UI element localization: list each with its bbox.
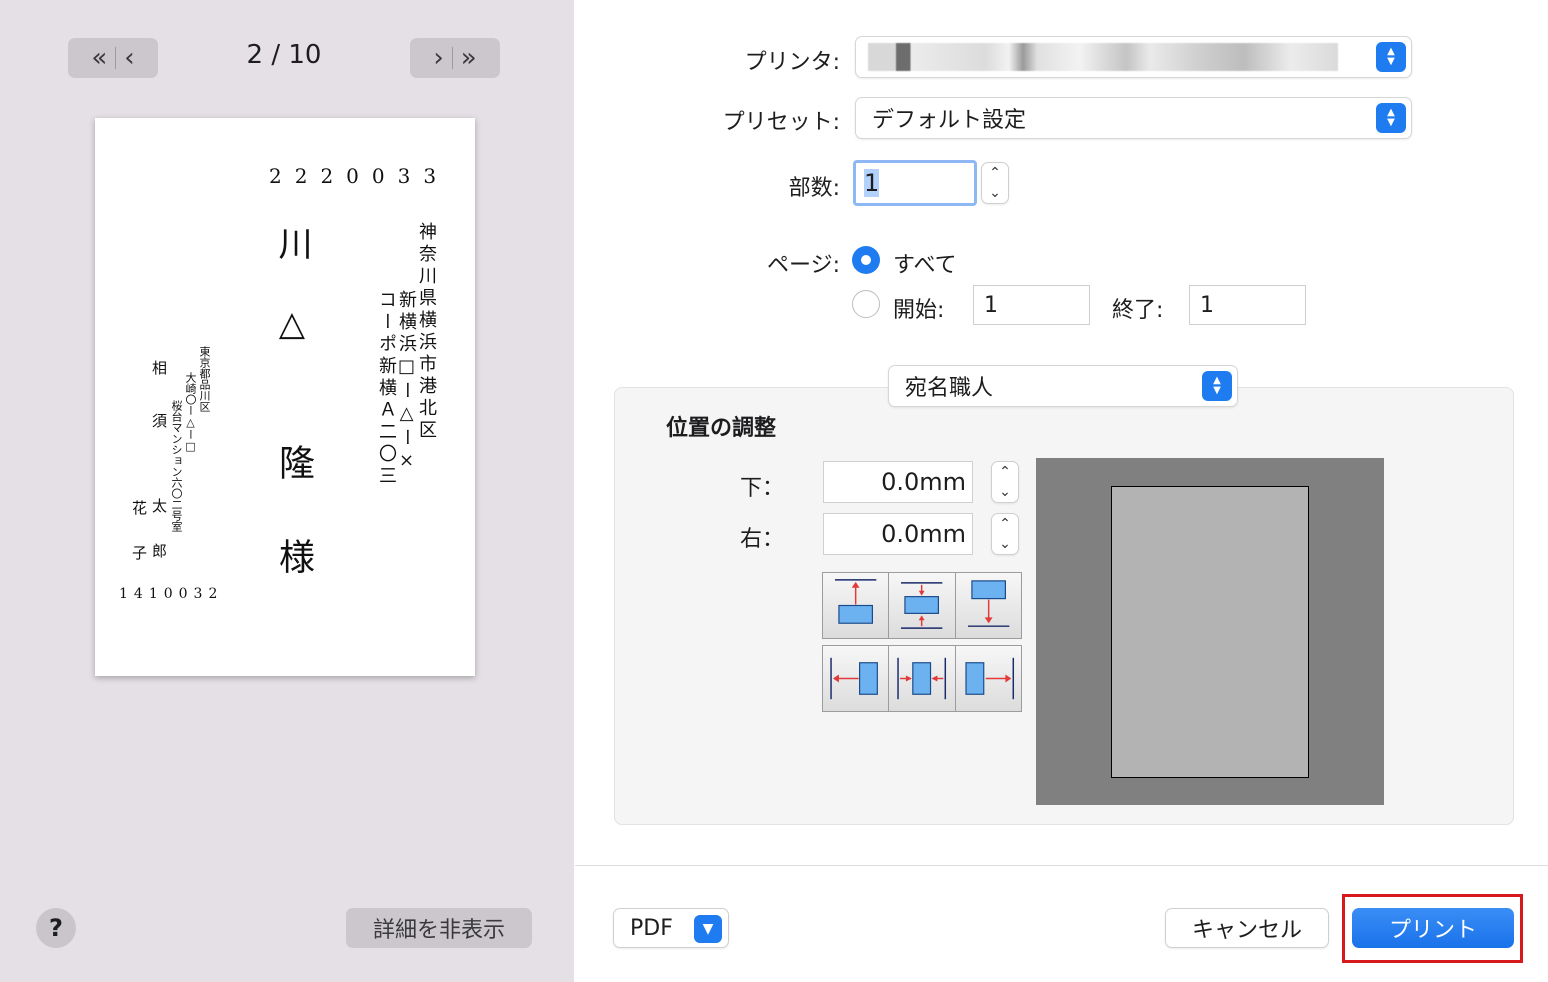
- align-top-button[interactable]: [823, 573, 890, 638]
- preset-value: デフォルト設定: [872, 108, 1027, 133]
- sender-name-2: 花子: [130, 500, 148, 590]
- sender-address-line1: 東京都品川区: [198, 346, 211, 412]
- printer-label: プリンタ:: [744, 50, 840, 75]
- align-center-button[interactable]: [889, 646, 956, 711]
- next-page-button[interactable]: ›: [433, 45, 443, 71]
- nav-first-prev-group: « ‹: [68, 38, 158, 78]
- align-bottom-icon: [967, 580, 1010, 627]
- position-adjust-title: 位置の調整: [666, 416, 777, 441]
- sender-zip: 1410032: [119, 586, 224, 602]
- recipient-name-1: 川: [272, 226, 312, 260]
- printer-name-redacted: [868, 43, 1338, 71]
- printer-select[interactable]: ▲ ▼: [855, 36, 1412, 78]
- pages-to-field[interactable]: 1: [1189, 285, 1306, 325]
- chevron-updown-icon: ▲ ▼: [1376, 103, 1406, 133]
- right-offset-stepper[interactable]: ⌃ ⌄: [991, 513, 1019, 555]
- align-middle-button[interactable]: [889, 573, 956, 638]
- page-counter: 2 / 10: [246, 40, 322, 70]
- pages-from-label: 開始:: [893, 298, 945, 323]
- pages-all-radio[interactable]: [852, 246, 880, 274]
- stepper-down-icon[interactable]: ⌄: [999, 536, 1011, 552]
- pages-all-label: すべて: [893, 253, 957, 278]
- copies-label: 部数:: [788, 176, 840, 201]
- nav-separator: [115, 47, 117, 69]
- align-right-icon: [965, 657, 1014, 700]
- preview-pane: « ‹ 2 / 10 › » 2220033 神奈川県横浜市港北区 新横浜□ー△…: [0, 0, 574, 982]
- app-panel-select[interactable]: 宛名職人 ▲ ▼: [888, 365, 1238, 407]
- pdf-menu-button[interactable]: PDF ▼: [613, 908, 729, 948]
- recipient-honorific: 様: [273, 538, 314, 574]
- align-middle-icon: [901, 582, 943, 629]
- last-page-button[interactable]: »: [461, 45, 477, 71]
- recipient-name-2: △: [272, 304, 312, 344]
- position-preview-paper: [1111, 486, 1309, 778]
- recipient-address-line3: コーポ新横Ａ二〇三: [376, 290, 397, 488]
- chevron-updown-icon: ▲ ▼: [1376, 42, 1406, 72]
- envelope-preview: 2220033 神奈川県横浜市港北区 新横浜□ー△ー× コーポ新横Ａ二〇三 川 …: [95, 118, 475, 676]
- chevron-down-icon: ▼: [694, 915, 722, 943]
- bottom-offset-label: 下：: [740, 476, 785, 501]
- sender-address-line2: 大崎〇ー△ー□: [184, 372, 197, 453]
- pages-range-radio[interactable]: [852, 290, 880, 318]
- cancel-button[interactable]: キャンセル: [1165, 908, 1329, 948]
- align-top-icon: [834, 579, 877, 624]
- align-left-button[interactable]: [823, 646, 890, 711]
- preset-label: プリセット:: [722, 110, 840, 135]
- recipient-address-line1: 神奈川県横浜市港北区: [416, 222, 437, 442]
- pages-label: ページ:: [767, 253, 840, 278]
- bottom-offset-stepper[interactable]: ⌃ ⌄: [991, 461, 1019, 503]
- print-button-highlight: [1342, 894, 1523, 963]
- stepper-up-icon[interactable]: ⌃: [989, 165, 1001, 181]
- copies-field[interactable]: 1: [853, 160, 977, 206]
- recipient-name-3: 隆: [273, 444, 314, 480]
- bottom-offset-field[interactable]: 0.0mm: [823, 461, 973, 503]
- recipient-address-line2: 新横浜□ー△ー×: [396, 290, 417, 475]
- hide-details-button[interactable]: 詳細を非表示: [346, 908, 532, 948]
- sender-name-1: 相須: [150, 360, 168, 466]
- stepper-down-icon[interactable]: ⌄: [999, 484, 1011, 500]
- right-offset-label: 右：: [740, 527, 785, 552]
- chevron-updown-icon: ▲ ▼: [1202, 371, 1232, 401]
- app-panel-value: 宛名職人: [905, 376, 994, 401]
- sender-name-3: 太郎: [150, 498, 168, 588]
- nav-separator: [451, 47, 453, 69]
- horizontal-align-group: [822, 645, 1022, 712]
- pages-from-field[interactable]: 1: [973, 285, 1090, 325]
- align-center-icon: [897, 657, 947, 700]
- position-preview: [1036, 458, 1384, 805]
- recipient-zip: 2220033: [269, 164, 450, 188]
- stepper-up-icon[interactable]: ⌃: [999, 516, 1011, 532]
- align-bottom-button[interactable]: [955, 573, 1021, 638]
- previous-page-button[interactable]: ‹: [124, 45, 134, 71]
- stepper-down-icon[interactable]: ⌄: [989, 185, 1001, 201]
- align-left-icon: [830, 657, 878, 700]
- sender-address-line3: 桜台マンション六〇二号室: [170, 400, 183, 532]
- right-offset-field[interactable]: 0.0mm: [823, 513, 973, 555]
- pages-to-label: 終了:: [1112, 298, 1164, 323]
- help-button[interactable]: ?: [36, 908, 76, 948]
- copies-value: 1: [864, 169, 880, 197]
- footer-divider: [575, 865, 1548, 866]
- pdf-label: PDF: [630, 915, 673, 941]
- vertical-align-group: [822, 572, 1022, 639]
- align-right-button[interactable]: [955, 646, 1021, 711]
- copies-stepper[interactable]: ⌃ ⌄: [981, 162, 1009, 204]
- preset-select[interactable]: デフォルト設定 ▲ ▼: [855, 97, 1412, 139]
- first-page-button[interactable]: «: [91, 45, 107, 71]
- nav-next-last-group: › »: [410, 38, 500, 78]
- stepper-up-icon[interactable]: ⌃: [999, 464, 1011, 480]
